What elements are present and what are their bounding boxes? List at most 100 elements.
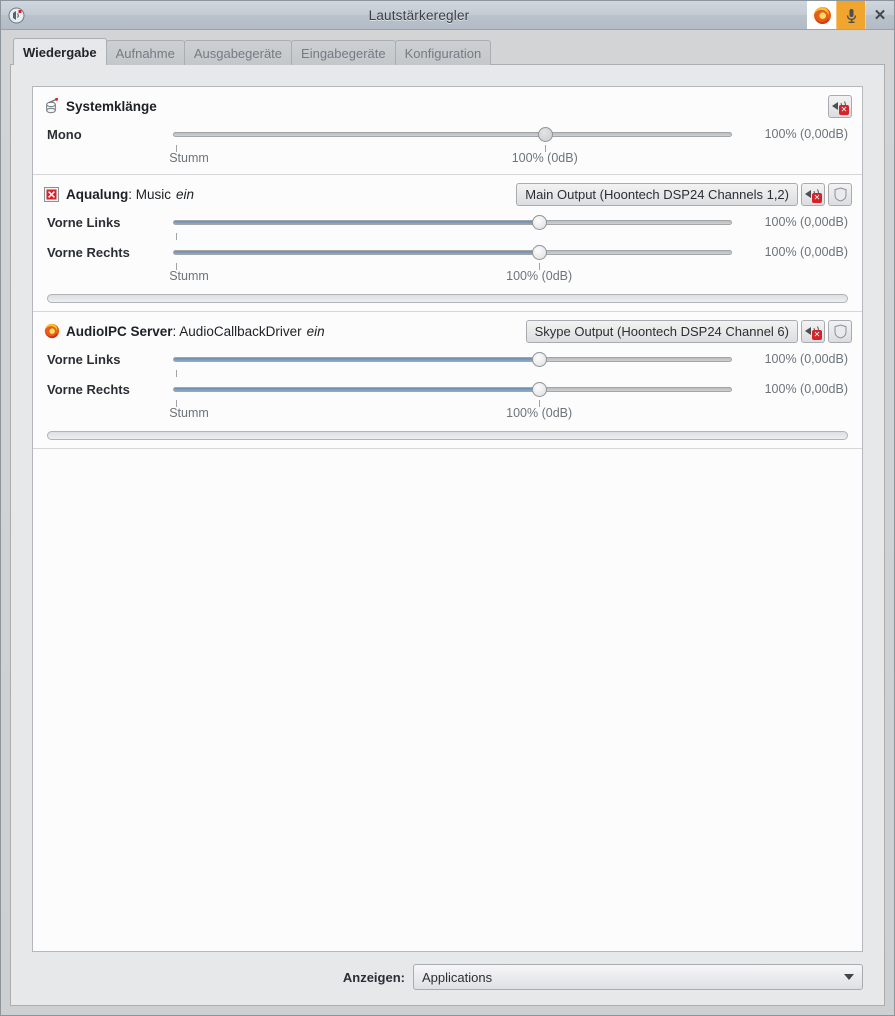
stream-list[interactable]: Systemklänge ✕ Mono 100% (0,00dB) Stumm … (32, 86, 863, 952)
app-icon (1, 1, 31, 29)
tab-wiedergabe[interactable]: Wiedergabe (13, 38, 107, 65)
stream-state: ein (176, 186, 195, 202)
output-device-button[interactable]: Main Output (Hoontech DSP24 Channels 1,2… (516, 182, 798, 206)
output-device-button[interactable]: Skype Output (Hoontech DSP24 Channel 6) (525, 319, 798, 343)
title-bar: Lautstärkeregler ✕ (1, 1, 894, 30)
mute-button[interactable]: ✕ (801, 319, 825, 343)
stream-name: Music (135, 186, 172, 202)
stream-app-name: Systemklänge (66, 98, 157, 114)
scale-labels: Stumm 100% (0dB) (43, 406, 852, 423)
stream-name: AudioCallbackDriver (179, 323, 302, 339)
channel-row: Mono 100% (0,00dB) (43, 123, 852, 145)
volume-slider[interactable] (173, 378, 732, 400)
slider-fill (174, 358, 539, 361)
stream-title: Systemklänge (66, 99, 157, 114)
slider-track (173, 132, 732, 137)
tab-label: Eingabegeräte (301, 45, 386, 61)
scale-ticks (43, 370, 852, 378)
titlebar-button-group: ✕ (807, 1, 894, 29)
stream-title: AudioIPC Server: AudioCallbackDriver ein (66, 323, 325, 339)
channel-value: 100% (0,00dB) (764, 382, 848, 396)
tab-label: Ausgabegeräte (193, 45, 283, 61)
stream-app-name: Aqualung (66, 186, 129, 202)
slider-track (173, 387, 732, 392)
tab-aufnahme[interactable]: Aufnahme (105, 40, 185, 65)
show-label: Anzeigen: (342, 969, 405, 985)
stream-row: Aqualung: Music ein Main Output (Hoontech… (33, 175, 862, 312)
speaker-mute-icon: ✕ (805, 187, 822, 203)
volume-control-window: Lautstärkeregler ✕ Wiedergabe Aufnahme A… (0, 0, 895, 1016)
slider-knob[interactable] (532, 382, 548, 397)
scale-label-mute: Stumm (169, 151, 209, 165)
scale-label-base: 100% (0dB) (506, 269, 573, 283)
scale-labels: Stumm 100% (0dB) (43, 269, 852, 286)
tab-ausgabegeraete[interactable]: Ausgabegeräte (183, 40, 293, 65)
slider-track (173, 250, 732, 255)
mute-button[interactable]: ✕ (801, 182, 825, 206)
volume-slider[interactable] (173, 123, 732, 145)
tab-konfiguration[interactable]: Konfiguration (394, 40, 492, 65)
volume-slider[interactable] (173, 241, 732, 263)
lock-channels-button[interactable] (828, 182, 852, 206)
chevron-down-icon (844, 974, 854, 980)
volume-slider[interactable] (173, 348, 732, 370)
mute-button[interactable]: ✕ (828, 94, 852, 118)
scale-label-mute: Stumm (169, 406, 209, 420)
channel-label: Mono (47, 126, 82, 142)
scale-labels: Stumm 100% (0dB) (43, 151, 852, 168)
slider-knob[interactable] (532, 245, 548, 260)
scale-ticks (43, 400, 852, 408)
stream-header: Aqualung: Music ein Main Output (Hoontech… (43, 182, 852, 206)
volume-slider[interactable] (173, 211, 732, 233)
slider-knob[interactable] (537, 127, 553, 142)
channel-value: 100% (0,00dB) (764, 245, 848, 259)
scale-label-base: 100% (0dB) (511, 151, 578, 165)
close-glyph: ✕ (873, 6, 887, 24)
footer-bar: Anzeigen: Applications (12, 952, 883, 1004)
channel-value: 100% (0,00dB) (764, 215, 848, 229)
slider-fill (174, 221, 539, 224)
microphone-icon[interactable] (836, 1, 865, 29)
shield-lock-icon (834, 186, 846, 202)
peak-level-meter (47, 294, 848, 303)
peak-level-meter (47, 431, 848, 440)
notebook: Wiedergabe Aufnahme Ausgabegeräte Eingab… (10, 38, 885, 1006)
slider-track (173, 220, 732, 225)
channel-label: Vorne Links (47, 214, 121, 230)
close-icon[interactable]: ✕ (865, 1, 894, 29)
lock-channels-button[interactable] (828, 319, 852, 343)
slider-track (173, 357, 732, 362)
channel-row: Vorne Rechts 100% (0,00dB) (43, 241, 852, 263)
scale-label-base: 100% (0dB) (506, 406, 573, 420)
window-title: Lautstärkeregler (368, 7, 470, 23)
firefox-icon[interactable] (807, 1, 836, 29)
slider-fill (174, 251, 539, 254)
audioipc-firefox-icon (43, 323, 60, 340)
tab-bar: Wiedergabe Aufnahme Ausgabegeräte Eingab… (10, 38, 885, 65)
channel-row: Vorne Links 100% (0,00dB) (43, 211, 852, 233)
mute-badge: ✕ (812, 330, 822, 340)
speaker-mute-icon: ✕ (832, 99, 849, 115)
tab-label: Aufnahme (115, 45, 175, 61)
stream-app-name: AudioIPC Server (66, 323, 173, 339)
tab-eingabegeraete[interactable]: Eingabegeräte (291, 40, 396, 65)
stream-title: Aqualung: Music ein (66, 186, 195, 202)
mute-badge: ✕ (812, 193, 822, 203)
show-dropdown-value: Applications (422, 969, 493, 985)
show-dropdown[interactable]: Applications (413, 964, 863, 990)
mute-badge: ✕ (839, 105, 849, 115)
scale-ticks (43, 233, 852, 241)
channel-row: Vorne Rechts 100% (0,00dB) (43, 378, 852, 400)
stream-row: AudioIPC Server: AudioCallbackDriver ein … (33, 312, 862, 449)
stream-row: Systemklänge ✕ Mono 100% (0,00dB) Stumm … (33, 87, 862, 175)
stream-state: ein (306, 323, 325, 339)
tab-panel-wiedergabe: Systemklänge ✕ Mono 100% (0,00dB) Stumm … (10, 64, 885, 1006)
stream-header: AudioIPC Server: AudioCallbackDriver ein … (43, 319, 852, 343)
channel-label: Vorne Links (47, 351, 121, 367)
slider-knob[interactable] (532, 352, 548, 367)
system-sounds-icon (43, 98, 60, 115)
slider-knob[interactable] (532, 215, 548, 230)
scale-ticks (43, 145, 852, 153)
scale-ticks (43, 263, 852, 271)
aqualung-icon (43, 186, 60, 203)
